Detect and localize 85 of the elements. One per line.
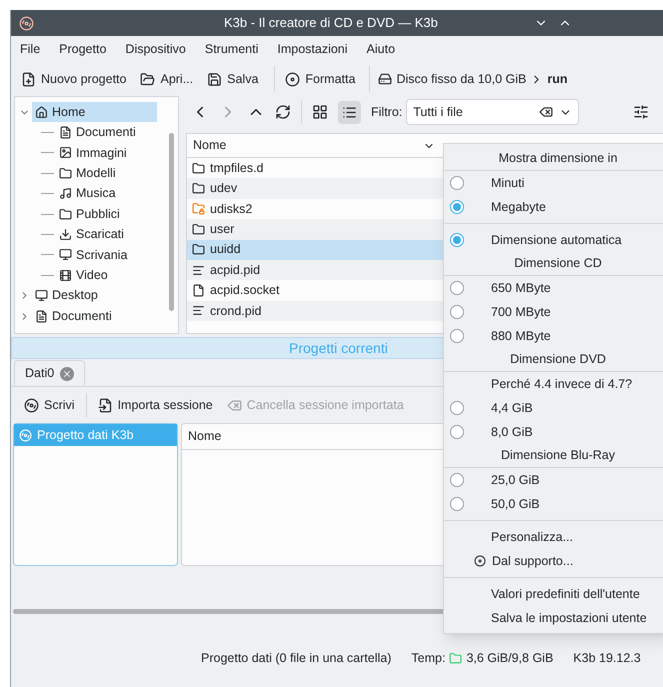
menu-item[interactable]: Minuti [444,171,663,195]
toolbar-button[interactable]: Nuovo progetto [17,66,130,92]
temp-label: Temp: [411,650,446,667]
menu-item[interactable]: Progetto [59,40,106,58]
tree-item[interactable]: Immagini [56,142,130,163]
toolbar-icon [21,72,36,86]
toolbar-button[interactable]: Apri... [136,66,198,92]
reload-icon[interactable] [275,104,291,120]
project-tab[interactable]: Dati0 [14,360,86,386]
radio-button[interactable] [450,281,464,295]
disc-icon [474,555,486,567]
toolbar-button[interactable]: Formatta [281,66,360,92]
filter-label: Filtro: [371,104,402,121]
menu-section-title: Mostra dimensione in [444,147,663,171]
menu-item[interactable]: 4,4 GiB [444,396,663,420]
tree-item[interactable]: Scrivania [56,244,130,265]
menu-item[interactable]: File [20,40,40,58]
toolbar-button[interactable]: Importa sessione [94,392,216,418]
toolbar-icon [285,72,300,86]
radio-button[interactable] [450,329,464,343]
radio-button[interactable] [450,473,464,487]
close-tab-button[interactable] [60,366,74,380]
clear-icon[interactable] [539,105,554,119]
filter-combobox[interactable]: Tutti i file [406,99,580,125]
menu-item[interactable]: Salva le impostazioni utente [444,606,663,630]
tree-item[interactable]: Musica [56,184,119,204]
radio-button[interactable] [450,233,464,247]
tree-item[interactable]: Home [32,102,157,122]
radio-button[interactable] [450,401,464,415]
radio-button[interactable] [450,176,464,190]
tree-item[interactable]: Pubblici [56,204,123,224]
menu-section-title: Dimensione Blu-Ray [444,444,663,468]
menu-item[interactable]: Valori predefiniti dell'utente [444,582,663,606]
close-icon [62,368,72,378]
settings-icon[interactable] [633,104,650,120]
radio-button[interactable] [450,425,464,439]
tree-item[interactable]: Documenti [32,306,115,326]
tree-item[interactable]: Video [56,265,111,286]
menu-item[interactable]: Megabyte [444,195,663,219]
file-icon [192,304,205,318]
icon-view-icon[interactable] [312,104,328,120]
radio-button[interactable] [450,200,464,214]
tree-item[interactable]: Modelli [56,163,119,184]
tree-item[interactable]: Scaricati [56,224,127,245]
menu-item[interactable]: Dispositivo [125,40,186,58]
status-text: Progetto dati (0 file in una cartella) [201,650,392,667]
temp-value: 3,6 GiB/9,8 GiB [466,650,554,667]
menu-item[interactable]: 25,0 GiB [444,468,663,492]
file-icon [192,284,205,298]
column-header[interactable]: Nome [188,427,222,446]
radio-button[interactable] [450,305,464,319]
menu-section-title: Dimensione DVD [444,348,663,372]
detail-view-icon [342,104,357,120]
drive-icon [378,72,392,86]
disc-icon [19,428,32,442]
menu-item[interactable]: Aiuto [366,40,396,58]
toolbar-button[interactable]: Salva [203,66,262,92]
toolbar-icon [207,72,222,86]
tree-item[interactable]: Desktop [32,286,101,306]
breadcrumb-item[interactable]: run [547,70,568,88]
toolbar-icon [98,398,113,412]
window-title: K3b - Il creatore di CD e DVD — K3b [224,14,438,32]
app-icon [19,16,34,30]
menu-item[interactable]: Strumenti [204,40,258,58]
menu-item[interactable]: Perché 4.4 invece di 4.7? [444,372,663,396]
toolbar-button[interactable]: Scrivi [21,392,78,418]
radio-button[interactable] [450,497,464,511]
file-icon [192,264,205,277]
detail-view-button[interactable] [338,100,361,124]
menu-item[interactable]: 880 MByte [444,324,663,348]
version-text: K3b 19.12.3 [573,650,641,667]
breadcrumb-item[interactable]: Disco fisso da 10,0 GiB [396,70,526,88]
column-header[interactable]: Nome [193,136,423,155]
toolbar-icon [24,398,39,412]
scrollbar[interactable] [169,133,174,311]
menu-item[interactable]: 50,0 GiB [444,492,663,516]
toolbar-icon [226,398,242,412]
menu-item[interactable]: Personalizza... [444,525,663,549]
menu-item[interactable]: 8,0 GiB [444,420,663,444]
menu-item[interactable]: Dal supporto... [444,549,663,573]
locked-folder-icon [192,202,205,216]
tree-item[interactable]: Documenti [56,122,139,143]
menu-item[interactable]: 700 MByte [444,300,663,324]
toolbar-icon [140,72,156,86]
menu-item[interactable]: Impostazioni [277,40,348,58]
